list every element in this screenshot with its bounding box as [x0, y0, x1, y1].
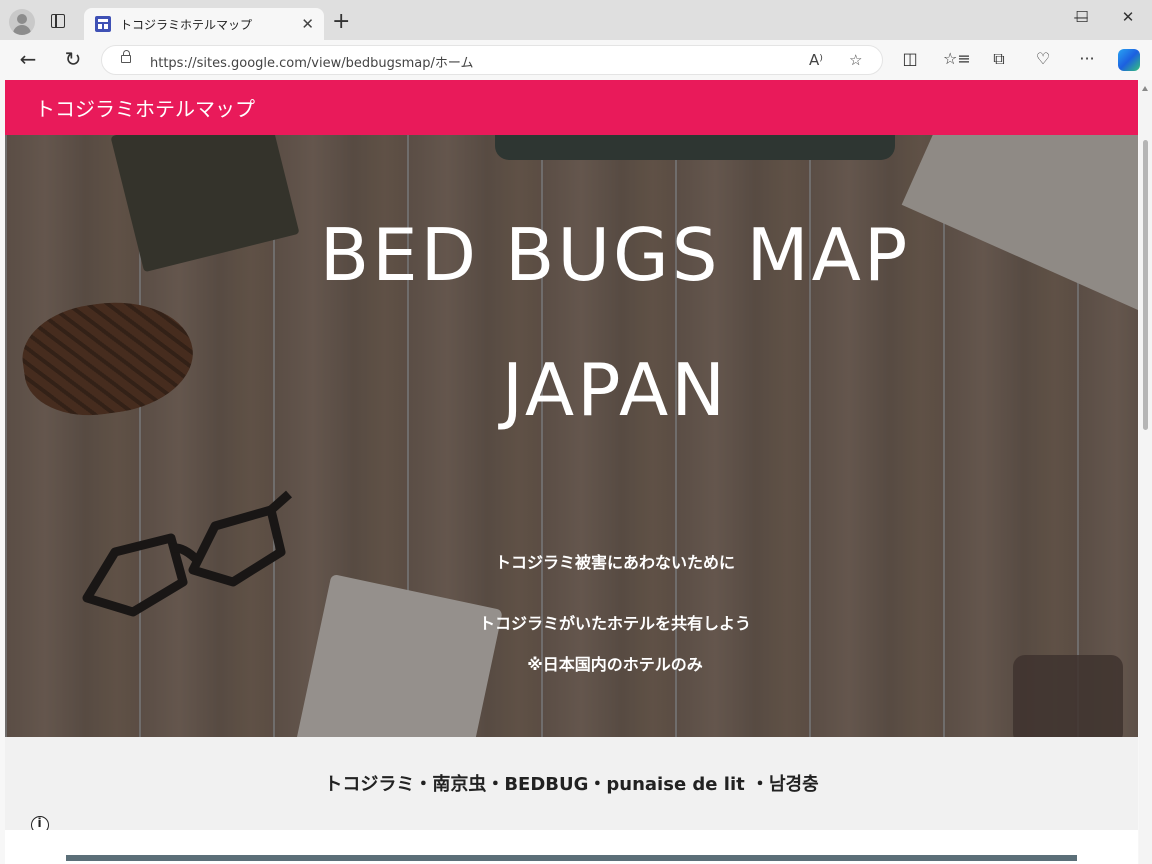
url-text[interactable]: https://sites.google.com/view/bedbugsmap… [150, 52, 474, 71]
lock-icon[interactable] [121, 50, 131, 63]
tab-strip: トコジラミホテルマップ ✕ + — ☐ ✕ [0, 0, 1152, 40]
browser-essentials-icon[interactable]: ♡ [1031, 49, 1055, 69]
site-title[interactable]: トコジラミホテルマップ [35, 93, 255, 122]
back-button[interactable]: ← [16, 48, 40, 70]
favorites-icon[interactable]: ☆≡ [943, 49, 971, 69]
address-toolbar: ← ↻ https://sites.google.com/view/bedbug… [0, 40, 1152, 80]
tab-close-icon[interactable]: ✕ [301, 15, 314, 33]
hero-text-line3: ※日本国内のホテルのみ [527, 655, 703, 674]
hero-banner: BED BUGS MAP JAPAN トコジラミ被害にあわないために トコジラミ… [5, 135, 1138, 737]
reload-button[interactable]: ↻ [61, 48, 85, 70]
read-aloud-icon[interactable]: A⁾ [809, 50, 823, 70]
browser-window: トコジラミホテルマップ ✕ + — ☐ ✕ ← ↻ https://sites.… [0, 0, 1152, 864]
collections-icon[interactable]: ⧉ [987, 49, 1011, 69]
hero-text-line2: トコジラミがいたホテルを共有しよう [478, 614, 751, 633]
section-divider [66, 855, 1077, 861]
scroll-up-icon[interactable] [1142, 86, 1148, 91]
more-icon[interactable]: ··· [1075, 49, 1099, 69]
copilot-icon[interactable] [1118, 49, 1140, 71]
split-screen-icon[interactable]: ◫ [898, 49, 922, 69]
close-window-button[interactable]: ✕ [1113, 8, 1143, 26]
next-section [5, 830, 1138, 864]
hero-text-line1: トコジラミ被害にあわないために [494, 553, 735, 572]
tab-actions-icon[interactable] [51, 14, 65, 28]
google-sites-favicon-icon [95, 16, 111, 32]
bedbug-names-heading: トコジラミ・南京虫・BEDBUG・punaise de lit ・남경충 [324, 774, 819, 795]
page-viewport: トコジラミホテルマップ BED BUGS MAP JAPAN トコジラミ被害にあ… [5, 80, 1138, 864]
favorite-star-icon[interactable]: ☆ [849, 50, 862, 70]
names-section: トコジラミ・南京虫・BEDBUG・punaise de lit ・남경충 [5, 737, 1138, 830]
hero-title-line1: BED BUGS MAP [319, 213, 911, 297]
scrollbar-thumb[interactable] [1143, 140, 1148, 430]
address-bar[interactable]: https://sites.google.com/view/bedbugsmap… [101, 45, 883, 75]
maximize-button[interactable]: ☐ [1067, 8, 1097, 26]
site-header: トコジラミホテルマップ [5, 80, 1138, 135]
tab-active[interactable]: トコジラミホテルマップ ✕ [84, 8, 324, 40]
profile-avatar-icon[interactable] [9, 9, 35, 35]
tab-title: トコジラミホテルマップ [120, 18, 253, 32]
page-scrollbar[interactable] [1139, 80, 1152, 864]
new-tab-button[interactable]: + [332, 10, 350, 34]
hero-title-line2: JAPAN [501, 348, 729, 432]
